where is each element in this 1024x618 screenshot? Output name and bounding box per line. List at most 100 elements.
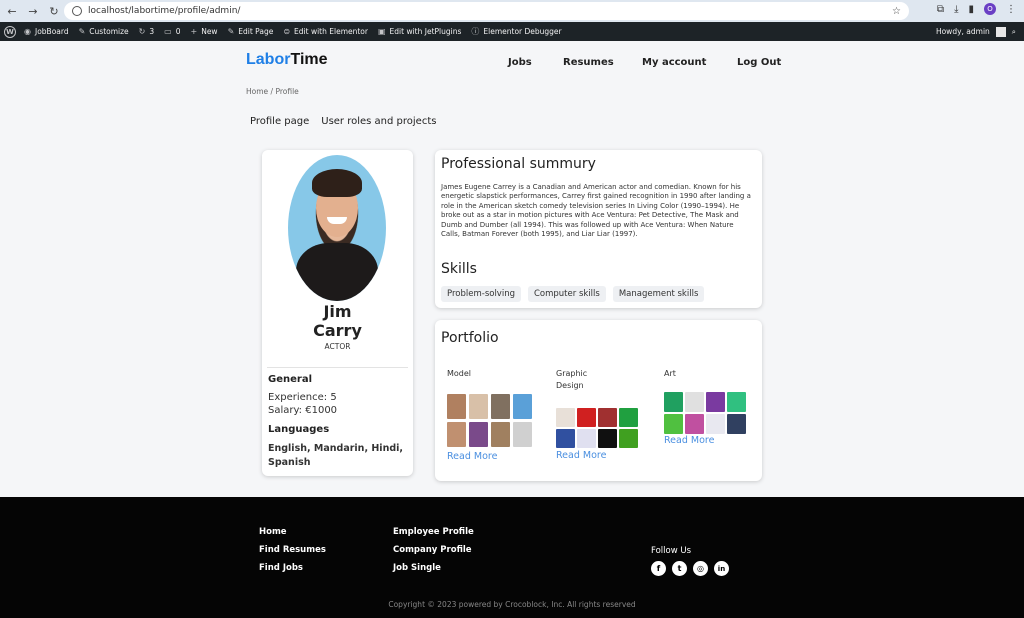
logo-part-labor: Labor: [246, 51, 291, 68]
portfolio-thumbnail[interactable]: [447, 422, 466, 447]
wp-admin-bar: W ◉ JobBoard ✎ Customize ↻ 3 ▭ 0 + New ✎ Edit …: [0, 22, 1024, 41]
elementor-icon: ⊜: [283, 27, 291, 36]
portfolio-thumbnail[interactable]: [469, 422, 488, 447]
portfolio-thumbnail[interactable]: [556, 429, 575, 448]
portfolio-thumbnail[interactable]: [685, 414, 704, 434]
footer-link-home[interactable]: Home: [259, 527, 287, 537]
portfolio-thumbnail[interactable]: [491, 394, 510, 419]
follow-us-label: Follow Us: [651, 546, 692, 556]
tab-profile-page[interactable]: Profile page: [250, 116, 309, 127]
portfolio-thumbnails-graphic-design[interactable]: [556, 408, 638, 448]
site-logo[interactable]: LaborTime: [246, 51, 328, 69]
portfolio-thumbnail[interactable]: [513, 394, 532, 419]
languages-line-1: English, Mandarin, Hindi,: [268, 443, 403, 454]
skill-tag: Problem-solving: [441, 286, 521, 302]
profile-card: Jim Carry ACTOR General Experience: 5 Sa…: [262, 150, 413, 476]
portfolio-thumbnail[interactable]: [685, 392, 704, 412]
portfolio-thumbnail[interactable]: [556, 408, 575, 427]
summary-card: Professional summury James Eugene Carrey…: [435, 150, 762, 308]
back-icon[interactable]: ←: [3, 2, 21, 20]
profile-role: ACTOR: [324, 342, 351, 351]
portfolio-thumbnail[interactable]: [664, 392, 683, 412]
admin-bar-edit-page[interactable]: ✎ Edit Page: [228, 27, 274, 36]
reload-icon[interactable]: ↻: [45, 2, 63, 20]
portfolio-thumbnail[interactable]: [447, 394, 466, 419]
admin-bar-comments[interactable]: ▭ 0: [164, 27, 180, 36]
portfolio-label: Model: [447, 369, 472, 378]
nav-jobs[interactable]: Jobs: [508, 57, 532, 68]
footer-link-employee-profile[interactable]: Employee Profile: [393, 527, 474, 537]
portfolio-label: Art: [664, 369, 676, 378]
admin-bar-customize[interactable]: ✎ Customize: [79, 27, 129, 36]
read-more-link[interactable]: Read More: [664, 435, 714, 446]
summary-text: James Eugene Carrey is a Canadian and Am…: [441, 183, 751, 239]
languages-heading: Languages: [268, 424, 330, 435]
portfolio-thumbnail[interactable]: [469, 394, 488, 419]
brush-icon: ✎: [78, 27, 86, 36]
portfolio-label: Graphic Design: [556, 369, 588, 390]
portfolio-thumbnail[interactable]: [706, 392, 725, 412]
extensions-icon[interactable]: ⧉: [937, 4, 944, 15]
portfolio-thumbnail[interactable]: [598, 429, 617, 448]
admin-search-icon[interactable]: ⌕: [1012, 27, 1016, 37]
bookmark-star-icon[interactable]: ☆: [892, 6, 901, 17]
dashboard-icon: ◉: [24, 27, 31, 36]
footer-link-company-profile[interactable]: Company Profile: [393, 545, 472, 555]
footer-link-find-resumes[interactable]: Find Resumes: [259, 545, 326, 555]
forward-icon[interactable]: →: [24, 2, 42, 20]
wordpress-logo-icon[interactable]: W: [4, 25, 16, 38]
breadcrumb[interactable]: Home / Profile: [246, 87, 299, 96]
facebook-icon[interactable]: f: [651, 561, 666, 576]
portfolio-thumbnails-model[interactable]: [447, 394, 532, 447]
nav-resumes[interactable]: Resumes: [563, 57, 614, 68]
linkedin-icon[interactable]: in: [714, 561, 729, 576]
portfolio-thumbnails-art[interactable]: [664, 392, 746, 434]
portfolio-thumbnail[interactable]: [664, 414, 683, 434]
admin-bar-jobboard[interactable]: ◉ JobBoard: [24, 27, 69, 36]
portfolio-thumbnail[interactable]: [598, 408, 617, 427]
logo-part-time: Time: [290, 51, 328, 68]
portfolio-thumbnail[interactable]: [727, 392, 746, 412]
instagram-icon[interactable]: ◎: [693, 561, 708, 576]
skill-tag: Computer skills: [527, 286, 606, 302]
admin-bar-elementor[interactable]: ⊜ Edit with Elementor: [283, 27, 368, 36]
read-more-link[interactable]: Read More: [556, 450, 606, 461]
address-bar[interactable]: localhost/labortime/profile/admin/ ☆: [64, 2, 909, 20]
updates-icon: ↻: [138, 27, 146, 36]
nav-my-account[interactable]: My account: [642, 57, 706, 68]
portfolio-thumbnail[interactable]: [577, 408, 596, 427]
portfolio-thumbnail[interactable]: [491, 422, 510, 447]
portfolio-thumbnail[interactable]: [706, 414, 725, 434]
portfolio-thumbnail[interactable]: [727, 414, 746, 434]
portfolio-thumbnail[interactable]: [577, 429, 596, 448]
portfolio-thumbnail[interactable]: [619, 408, 638, 427]
browser-menu-icon[interactable]: ⋮: [1006, 4, 1016, 15]
portfolio-thumbnail[interactable]: [513, 422, 532, 447]
summary-title: Professional summury: [441, 156, 596, 172]
download-icon[interactable]: ⤓: [954, 4, 958, 15]
skills-title: Skills: [441, 261, 477, 277]
profile-tabs: Profile page User roles and projects: [250, 116, 436, 127]
admin-bar-jetplugins[interactable]: ▣ Edit with JetPlugins: [378, 27, 461, 36]
experience-text: Experience: 5: [268, 392, 337, 403]
site-info-icon[interactable]: [72, 6, 82, 16]
admin-greeting[interactable]: Howdy, admin: [936, 27, 990, 36]
tab-user-roles[interactable]: User roles and projects: [321, 116, 436, 127]
portfolio-item-graphic-design: Graphic Design: [556, 368, 646, 392]
twitter-icon[interactable]: t: [672, 561, 687, 576]
sidepanel-icon[interactable]: ▮: [968, 4, 974, 15]
admin-avatar[interactable]: [995, 26, 1006, 37]
admin-bar-new[interactable]: + New: [191, 27, 218, 36]
portfolio-title: Portfolio: [441, 330, 499, 346]
admin-bar-debugger[interactable]: ⓘ Elementor Debugger: [471, 26, 561, 37]
profile-photo: [288, 155, 386, 301]
admin-bar-updates[interactable]: ↻ 3: [139, 27, 154, 36]
footer-link-find-jobs[interactable]: Find Jobs: [259, 563, 303, 573]
portfolio-thumbnail[interactable]: [619, 429, 638, 448]
read-more-link[interactable]: Read More: [447, 451, 497, 462]
portfolio-item-model: Model: [447, 368, 537, 380]
footer-link-job-single[interactable]: Job Single: [393, 563, 441, 573]
nav-log-out[interactable]: Log Out: [737, 57, 781, 68]
comment-icon: ▭: [164, 27, 172, 36]
browser-profile-avatar[interactable]: O: [984, 3, 996, 15]
